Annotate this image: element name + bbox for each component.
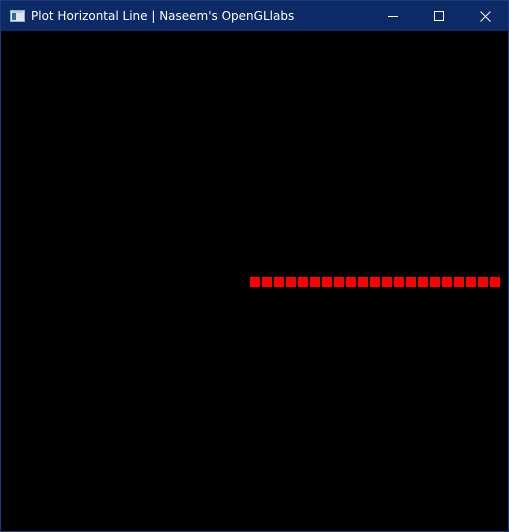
title-bar[interactable]: Plot Horizontal Line | Naseem's OpenGLla… xyxy=(1,1,508,31)
line-point xyxy=(334,277,344,287)
close-button[interactable] xyxy=(462,1,508,31)
line-point xyxy=(358,277,368,287)
line-point xyxy=(262,277,272,287)
minimize-icon xyxy=(388,16,398,17)
line-point xyxy=(298,277,308,287)
line-point xyxy=(454,277,464,287)
opengl-canvas[interactable] xyxy=(1,31,508,531)
line-point xyxy=(430,277,440,287)
window-title: Plot Horizontal Line | Naseem's OpenGLla… xyxy=(31,9,295,23)
minimize-button[interactable] xyxy=(370,1,416,31)
line-point xyxy=(274,277,284,287)
line-point xyxy=(442,277,452,287)
line-point xyxy=(466,277,476,287)
line-point xyxy=(478,277,488,287)
maximize-icon xyxy=(434,11,444,21)
line-point xyxy=(286,277,296,287)
line-point xyxy=(250,277,260,287)
line-point xyxy=(406,277,416,287)
line-point xyxy=(310,277,320,287)
line-point xyxy=(490,277,500,287)
app-window: Plot Horizontal Line | Naseem's OpenGLla… xyxy=(0,0,509,532)
line-point xyxy=(382,277,392,287)
line-point xyxy=(322,277,332,287)
line-point xyxy=(346,277,356,287)
line-point xyxy=(394,277,404,287)
app-icon xyxy=(10,10,25,22)
close-icon xyxy=(479,10,491,22)
maximize-button[interactable] xyxy=(416,1,462,31)
line-point xyxy=(418,277,428,287)
line-point xyxy=(370,277,380,287)
